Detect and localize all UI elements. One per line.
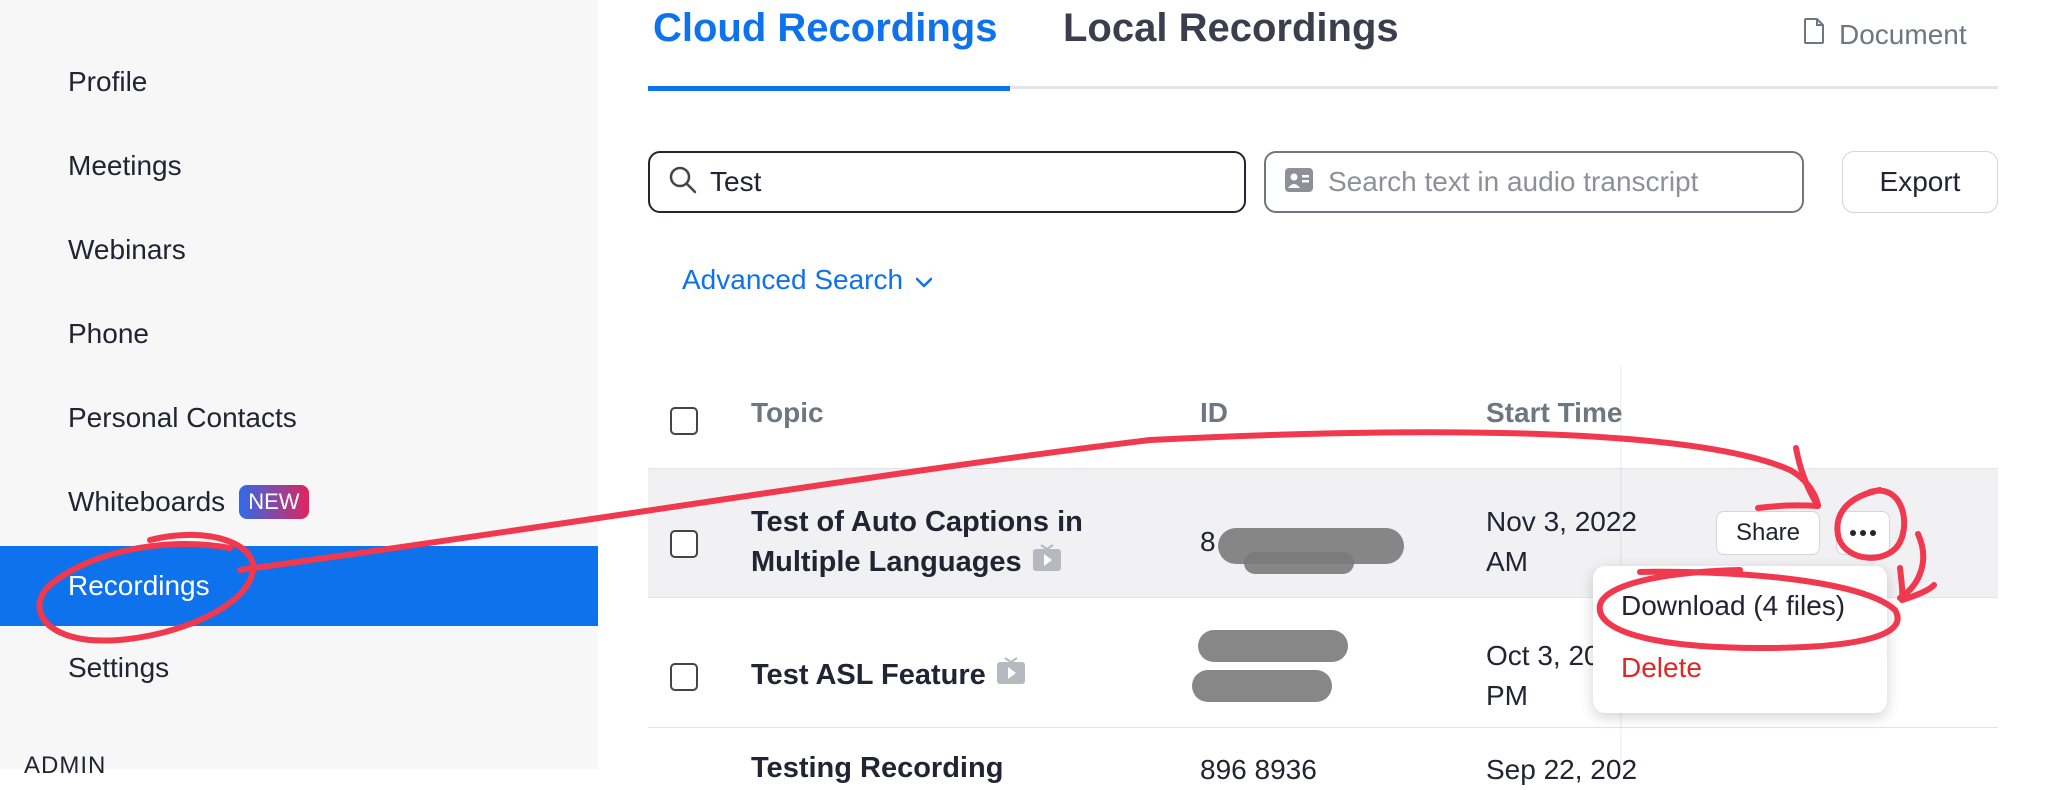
sidebar-item-personal-contacts[interactable]: Personal Contacts [0,378,598,458]
more-options-button[interactable] [1836,511,1890,555]
meeting-id: 8 [1200,526,1216,557]
sidebar-item-label: Profile [68,66,148,97]
recording-topic-link[interactable]: Test of Auto Captions in Multiple Langua… [751,502,1083,583]
sidebar-item-phone[interactable]: Phone [0,294,598,374]
transcript-search-placeholder: Search text in audio transcript [1328,166,1699,197]
more-icon-dot [1860,530,1866,536]
video-icon [1032,543,1062,583]
sidebar-item-profile[interactable]: Profile [0,42,598,122]
sidebar-item-label: Phone [68,318,149,349]
more-options-menu: Download (4 files) Delete [1593,566,1887,713]
sidebar-item-label: Whiteboards [68,486,226,517]
transcript-icon [1284,167,1314,198]
sidebar-item-webinars[interactable]: Webinars [0,210,598,290]
delete-menu-item[interactable]: Delete [1621,652,1702,684]
sidebar-item-recordings[interactable]: Recordings [0,546,598,626]
sidebar: Profile Meetings Webinars Phone Personal… [0,0,598,779]
chevron-down-icon [915,264,933,296]
search-input[interactable]: Test [648,151,1246,213]
column-header-topic[interactable]: Topic [751,397,824,429]
start-time-line: Sep 22, 202 [1486,754,1638,785]
more-icon-dot [1870,530,1876,536]
row-checkbox[interactable] [670,663,698,691]
sidebar-item-settings[interactable]: Settings [0,628,598,708]
download-menu-item[interactable]: Download (4 files) [1621,590,1845,622]
row-checkbox[interactable] [670,530,698,558]
document-link-label: Document [1839,18,1967,50]
redaction-mark [1244,552,1354,574]
sidebar-item-label: Recordings [68,570,210,601]
topic-line: Test of Auto Captions in [751,506,1083,538]
search-input-value: Test [710,166,762,197]
transcript-search-input[interactable]: Search text in audio transcript [1264,151,1804,213]
topic-line: Test ASL Feature [751,659,986,691]
export-button[interactable]: Export [1842,151,1998,213]
sidebar-item-label: Meetings [68,150,182,181]
sidebar-item-label: Webinars [68,234,186,265]
share-button[interactable]: Share [1716,511,1820,555]
active-tab-indicator [648,86,1010,91]
redaction-mark [1198,630,1348,662]
video-icon [996,656,1026,696]
sidebar-item-meetings[interactable]: Meetings [0,126,598,206]
new-badge: NEW [239,485,309,519]
meeting-id: 896 8936 [1200,754,1317,785]
admin-section-label: ADMIN [24,752,107,779]
column-header-id[interactable]: ID [1200,397,1228,429]
tab-local-recordings[interactable]: Local Recordings [1063,6,1399,51]
start-time-line: Nov 3, 2022 [1486,506,1637,537]
sidebar-item-label: Personal Contacts [68,402,297,433]
document-icon [1803,18,1825,51]
column-header-start-time[interactable]: Start Time [1486,397,1622,429]
document-link[interactable]: Document [1803,18,1967,51]
recording-topic-link[interactable]: Testing Recording [751,748,1003,788]
advanced-search-label: Advanced Search [682,264,904,295]
sidebar-item-label: Settings [68,652,170,683]
redaction-mark [1192,670,1332,702]
tab-cloud-recordings[interactable]: Cloud Recordings [653,6,997,51]
recording-topic-link[interactable]: Test ASL Feature [751,655,1026,696]
advanced-search-link[interactable]: Advanced Search [682,264,933,296]
select-all-checkbox[interactable] [670,407,698,435]
more-icon [1850,530,1856,536]
sidebar-item-whiteboards[interactable]: Whiteboards NEW [0,462,598,542]
topic-line: Multiple Languages [751,546,1022,578]
search-icon [668,165,698,200]
